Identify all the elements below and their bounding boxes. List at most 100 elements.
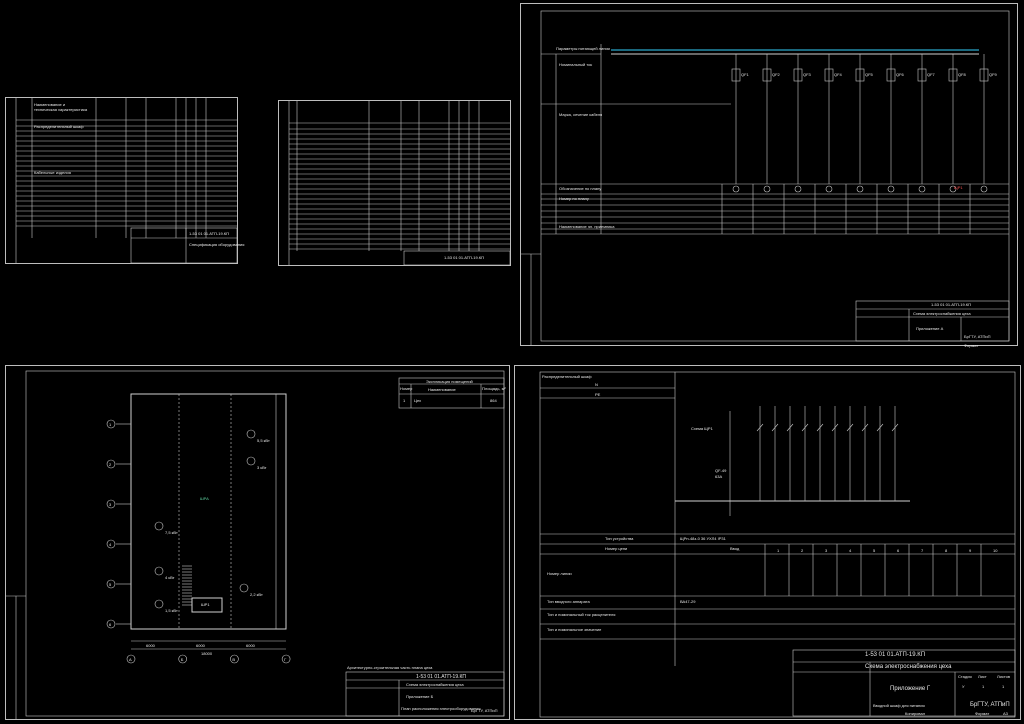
scheme1-format-label: Формат <box>964 343 979 348</box>
feeder-node <box>763 185 771 193</box>
load-symbol <box>154 521 164 531</box>
plan-code: 1-53 01 01.АТП-19.КП <box>416 674 467 680</box>
scheme2-name: Схема ЩР1 <box>691 426 713 431</box>
plan-drawing: 1 2 3 4 5 6 А Б В Г 5,5 кВт 3 кВт 7,5 кВт 2,2 кВт 4 … <box>6 370 505 719</box>
plan-explication-title: Экспликация помещений <box>426 379 473 384</box>
scheme1-plan-label: Обозначение по плану <box>559 186 602 191</box>
circuit-number: 7 <box>921 548 924 553</box>
scheme2-format-label: Формат <box>975 711 990 716</box>
scheme1-highlight: ЩР1 <box>954 185 963 190</box>
circuit-number: 9 <box>969 548 972 553</box>
scheme1-cable-label: Марка, сечение кабеля <box>559 112 603 117</box>
circuit-number: 5 <box>873 548 876 553</box>
load-label: 7,5 кВт <box>165 530 178 535</box>
feeder-node <box>825 185 833 193</box>
scheme2-sheet: 1 <box>982 684 985 689</box>
scheme1-org: БрГТУ, АТПиП <box>964 334 991 339</box>
sheet-plan[interactable]: 1 2 3 4 5 6 А Б В Г 5,5 кВт 3 кВт 7,5 кВт 2,2 кВт 4 … <box>5 365 510 720</box>
feeder-label: QF8 <box>958 72 967 77</box>
feeder-node <box>794 185 802 193</box>
scheme2-input: Ввод <box>730 546 740 551</box>
load-label: 5,5 кВт <box>257 438 270 443</box>
scheme2-row-label: Номер цепи <box>605 546 628 551</box>
load-symbol <box>154 599 164 609</box>
sheet-scheme-secondary[interactable]: 1 2 3 4 5 6 7 8 9 10 Распределительный шкаф N PE … <box>514 365 1021 720</box>
scheme2-device: ЩРн-48з-0 36 УХЛ4 IP31 <box>680 536 726 541</box>
axis-label: Г <box>284 657 287 662</box>
scheme2-org: БрГТУ, АТПиП <box>970 702 1010 708</box>
spec1-code: 1-53 01 01.АТП-19.КП <box>189 231 230 236</box>
scheme2-col-stage: Стадия <box>958 674 972 679</box>
plan-room-name: Цех <box>414 398 422 403</box>
scheme1-title: Схема электроснабжения цеха <box>913 311 971 316</box>
spec2-code: 1-53 01 01.АТП-19.КП <box>444 255 485 260</box>
load-symbol <box>154 566 164 576</box>
plan-org: БрГТУ, АТПиП <box>471 708 498 713</box>
load-symbol <box>246 456 256 466</box>
scheme2-sub: Вводной шкаф для питания <box>873 703 925 708</box>
plan-col-area: Площадь, м² <box>482 386 506 391</box>
plan-scheme-title: Схема электроснабжения цеха <box>406 682 464 687</box>
scheme2-qf: QF-49 <box>715 468 727 473</box>
plan-col-num: Номер <box>400 386 413 391</box>
sheet-specification-2[interactable]: 1-53 01 01.АТП-19.КП <box>278 100 511 266</box>
plan-appendix: Приложение Б <box>406 694 434 699</box>
scheme1-drawing: QF1 QF2 QF3 QF4 QF5 QF6 QF7 QF8 QF9 <box>521 10 1010 345</box>
axis-label: А <box>129 657 132 662</box>
spec1-title: Спецификация оборудования <box>189 242 245 247</box>
plan-sub: План расположения электрооборудования <box>401 706 481 711</box>
scheme2-n-label: N <box>595 382 598 387</box>
scheme2-title: Схема электроснабжения цеха <box>865 664 952 670</box>
plan-panel-label: ШР1 <box>201 602 210 607</box>
scheme2-copy: Копировал <box>905 711 926 716</box>
scheme2-row-label: Тип и номинальное значение <box>547 627 602 632</box>
feeder-node <box>732 185 740 193</box>
axis-label: 4 <box>109 542 112 547</box>
scheme2-breaker: ВА47-29 <box>680 599 696 604</box>
scheme2-format: А3 <box>1003 711 1008 716</box>
feeder-label: QF1 <box>741 72 750 77</box>
scheme1-number-label: Номер по плану <box>559 196 589 201</box>
scheme2-stage: У <box>962 684 965 689</box>
feeder-label: QF6 <box>896 72 905 77</box>
scheme1-param-label: Параметры питающей линии <box>556 46 610 51</box>
circuit-number: 6 <box>897 548 900 553</box>
sheet-scheme-main[interactable]: QF1 QF2 QF3 QF4 QF5 QF6 QF7 QF8 QF9 Параметры пи… <box>520 3 1018 348</box>
circuit-number: 1 <box>777 548 780 553</box>
circuit-number: 2 <box>801 548 804 553</box>
spec1-grid <box>15 98 237 263</box>
plan-col-name: Наименование <box>428 387 456 392</box>
load-label: 2,2 кВт <box>250 592 263 597</box>
plan-dim: 6000 <box>146 643 155 648</box>
scheme1-receiver-label: Наименование эл. приемника <box>559 224 615 229</box>
circuit-number: 4 <box>849 548 852 553</box>
load-symbol <box>239 583 249 593</box>
feeder-node <box>856 185 864 193</box>
load-symbol <box>246 429 256 439</box>
scheme2-row-label: Тип вводного аппарата <box>547 599 590 604</box>
load-label: 1,5 кВт <box>165 608 178 613</box>
feeder-label: QF9 <box>989 72 998 77</box>
plan-node-label: ШРА <box>200 496 209 501</box>
feeder-label: QF4 <box>834 72 843 77</box>
scheme2-sheets: 1 <box>1002 684 1005 689</box>
scheme2-row-label: Номер линии <box>547 571 572 576</box>
spec1-row-label: Распределительный шкаф <box>34 124 84 129</box>
scheme2-col-sheet: Лист <box>978 674 987 679</box>
axis-label: Б <box>181 657 184 662</box>
feeder-node <box>918 185 926 193</box>
scheme2-row-label: Тип устройства <box>605 536 634 541</box>
spec2-grid <box>288 101 510 265</box>
scheme1-code: 1-53 01 01.АТП-19.КП <box>931 302 972 307</box>
plan-dim-total: 18000 <box>201 651 213 656</box>
feeder-label: QF7 <box>927 72 936 77</box>
scheme2-col-sheets: Листов <box>997 674 1010 679</box>
plan-dim: 6000 <box>246 643 255 648</box>
scheme1-appendix: Приложение А <box>916 326 944 331</box>
scheme2-pe-label: PE <box>595 392 601 397</box>
axis-label: 1 <box>109 422 112 427</box>
plan-room-area: 864 <box>490 398 497 403</box>
scheme2-code: 1-53 01 01.АТП-19.КП <box>865 652 926 658</box>
plan-bottom-title: Архитектурно-строительная часть плана це… <box>347 665 433 670</box>
sheet-specification-1[interactable]: Наименование и техническая характеристик… <box>5 97 244 264</box>
